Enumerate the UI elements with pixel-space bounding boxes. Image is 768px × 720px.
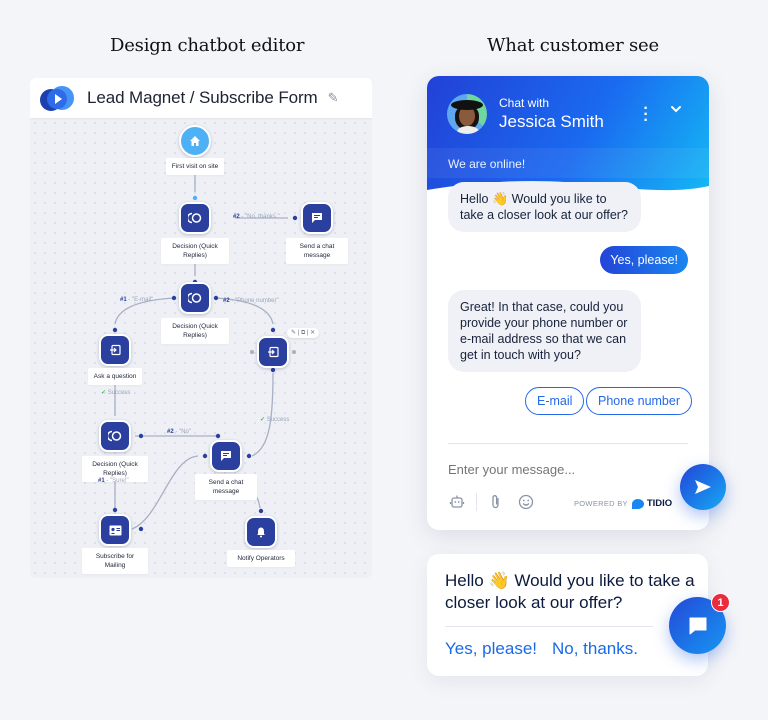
contact-card-icon[interactable] bbox=[99, 514, 131, 546]
flow-title: Lead Magnet / Subscribe Form bbox=[87, 88, 318, 107]
edit-icon[interactable]: ✎ bbox=[291, 330, 296, 336]
chat-header: Chat with Jessica Smith · · · We are onlin… bbox=[427, 76, 709, 198]
preview-option-yes[interactable]: Yes, please! bbox=[445, 639, 537, 659]
preview-option-no[interactable]: No, thanks. bbox=[552, 639, 638, 659]
home-icon[interactable] bbox=[179, 125, 211, 157]
editor-heading: Design chatbot editor bbox=[110, 35, 305, 56]
bell-icon[interactable] bbox=[245, 516, 277, 548]
edge-label: #2 - "No" bbox=[167, 429, 191, 435]
message-preview-card: Hello 👋 Would you like to take a closer … bbox=[427, 554, 708, 676]
chat-bubble-icon bbox=[689, 617, 706, 634]
send-icon bbox=[695, 480, 711, 494]
chat-tools bbox=[448, 493, 535, 511]
app-logo bbox=[38, 83, 78, 113]
duplicate-icon[interactable]: ⧉ bbox=[301, 330, 305, 336]
decision-icon[interactable] bbox=[179, 282, 211, 314]
node-label-subscribe: Subscribe for Mailing bbox=[82, 548, 148, 574]
chevron-down-icon[interactable] bbox=[669, 102, 683, 116]
node-label-decision2: Decision (Quick Replies) bbox=[161, 318, 229, 344]
chat-widget: Chat with Jessica Smith · · · We are onlin… bbox=[427, 76, 709, 530]
input-icon[interactable] bbox=[257, 336, 289, 368]
bot-message: Great! In that case, could you provide y… bbox=[448, 290, 641, 372]
input-icon[interactable] bbox=[99, 334, 131, 366]
user-message: Yes, please! bbox=[600, 246, 688, 274]
decision-icon[interactable] bbox=[179, 202, 211, 234]
agent-avatar bbox=[447, 94, 487, 134]
chatbot-editor-panel: Lead Magnet / Subscribe Form ✎ First vis… bbox=[30, 78, 372, 578]
node-label-send1: Send a chat message bbox=[286, 238, 348, 264]
chat-message-icon[interactable] bbox=[301, 202, 333, 234]
powered-by: POWERED BY TIDIO bbox=[574, 498, 673, 509]
chat-message-icon[interactable] bbox=[210, 440, 242, 472]
editor-header: Lead Magnet / Subscribe Form ✎ bbox=[30, 78, 372, 118]
preview-message: Hello 👋 Would you like to take a closer … bbox=[445, 571, 695, 612]
quick-reply-phone[interactable]: Phone number bbox=[586, 387, 693, 415]
unread-badge: 1 bbox=[711, 593, 730, 612]
node-label-decision1: Decision (Quick Replies) bbox=[161, 238, 229, 264]
node-label-notify: Notify Operators bbox=[227, 550, 295, 567]
edge-label: #1 - "E-mail" bbox=[120, 297, 154, 303]
success-label: ✓ Success bbox=[260, 417, 290, 423]
waving-hand-icon: 👋 bbox=[491, 191, 509, 206]
node-label-send2: Send a chat message bbox=[195, 474, 257, 500]
edge-label: #2 - "No, thanks." bbox=[233, 214, 280, 220]
quick-reply-email[interactable]: E-mail bbox=[525, 387, 585, 415]
attachment-icon[interactable] bbox=[487, 493, 505, 511]
agent-name: Jessica Smith bbox=[499, 112, 604, 131]
node-toolbar: ✎ | ⧉ | ✕ bbox=[287, 328, 320, 338]
pencil-icon[interactable]: ✎ bbox=[328, 90, 339, 106]
decision-icon[interactable] bbox=[99, 420, 131, 452]
divider bbox=[448, 443, 688, 444]
customer-view-heading: What customer see bbox=[487, 35, 659, 56]
node-label-start: First visit on site bbox=[166, 158, 224, 175]
tidio-logo-icon bbox=[631, 498, 644, 509]
chat-with-label: Chat with bbox=[499, 96, 550, 110]
message-input[interactable] bbox=[448, 462, 648, 477]
edge-ask2-send2 bbox=[251, 372, 274, 457]
send-button[interactable] bbox=[680, 464, 726, 510]
bot-message: Hello 👋 Would you like to take a closer … bbox=[448, 182, 641, 232]
emoji-icon[interactable] bbox=[517, 493, 535, 511]
edge-label: #1 - "Sure!" bbox=[98, 478, 129, 484]
waving-hand-icon: 👋 bbox=[488, 571, 510, 590]
close-icon[interactable]: ✕ bbox=[310, 330, 315, 336]
bot-icon[interactable] bbox=[448, 493, 466, 511]
online-status: We are online! bbox=[448, 157, 526, 171]
node-label-ask: Ask a question bbox=[88, 368, 142, 385]
edge-label: #2 - "Phone number" bbox=[223, 298, 279, 304]
more-options-icon[interactable]: · · · bbox=[643, 101, 649, 129]
success-label: ✓ Success bbox=[101, 390, 131, 396]
